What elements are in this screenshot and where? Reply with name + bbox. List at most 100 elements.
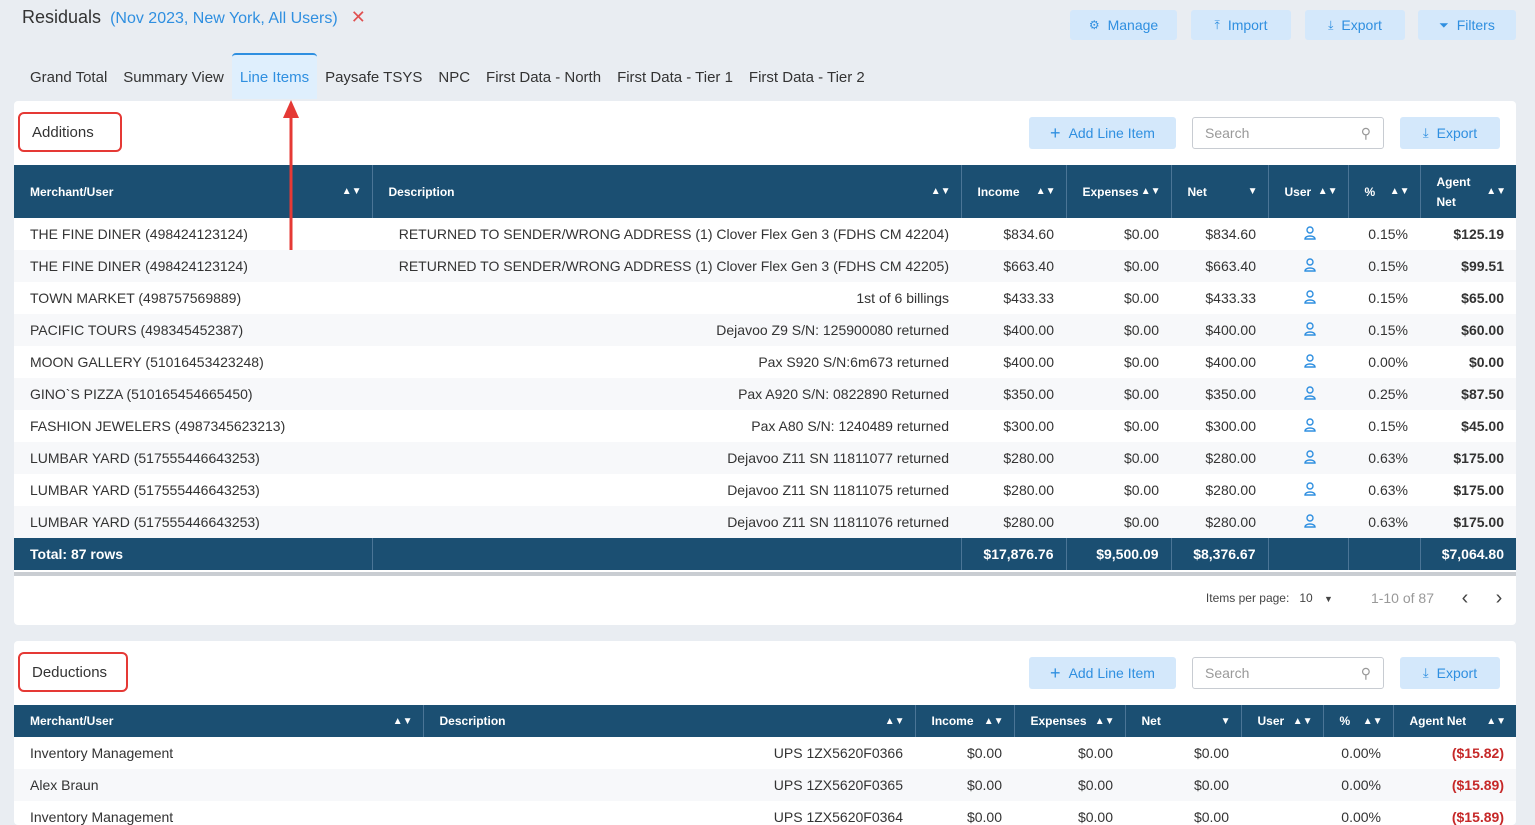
cell-agent-net: $0.00 <box>1468 354 1504 370</box>
tab-summary-view[interactable]: Summary View <box>115 53 232 99</box>
col-net[interactable]: Net ▼ <box>1171 165 1269 218</box>
col-net[interactable]: Net ▼ <box>1125 705 1242 737</box>
table-row[interactable]: Inventory Management UPS 1ZX5620F0366 $0.0… <box>14 737 1516 769</box>
cell-merchant: LUMBAR YARD (517555446643253) <box>14 506 372 538</box>
sort-icon: ▲▼ <box>884 715 905 727</box>
horizontal-scrollbar[interactable] <box>14 572 1516 576</box>
col-merchant-user[interactable]: Merchant/User ▲▼ <box>14 165 373 218</box>
additions-search-input[interactable] <box>1205 125 1345 141</box>
deductions-search[interactable]: ⚲ <box>1192 657 1384 689</box>
sort-icon: ▲▼ <box>1362 715 1383 727</box>
cell-agent-net: $87.50 <box>1420 378 1516 410</box>
table-row[interactable]: THE FINE DINER (498424123124) RETURNED TO… <box>14 250 1516 282</box>
prev-page-icon[interactable]: ‹ <box>1448 587 1482 610</box>
table-row[interactable]: TOWN MARKET (498757569889) 1st of 6 billi… <box>14 282 1516 314</box>
tab-first-data-north[interactable]: First Data - North <box>478 53 609 99</box>
cell-net: $300.00 <box>1205 418 1256 434</box>
cell-percent: 0.25% <box>1348 378 1420 410</box>
table-row[interactable]: MOON GALLERY (51016453423248) Pax S920 S/… <box>14 346 1516 378</box>
table-row[interactable]: Inventory Management UPS 1ZX5620F0364 $0.0… <box>14 801 1516 825</box>
cell-description: Pax A80 S/N: 1240489 returned <box>751 418 949 434</box>
cell-agent-net: $99.51 <box>1420 250 1516 282</box>
col-agent-net[interactable]: Agent Net ▲▼ <box>1393 705 1516 737</box>
sort-icon: ▲▼ <box>983 715 1004 727</box>
col-percent[interactable]: % ▲▼ <box>1323 705 1394 737</box>
table-row[interactable]: GINO`S PIZZA (510165454665450) Pax A920 S… <box>14 378 1516 410</box>
cell-description: UPS 1ZX5620F0365 <box>423 769 915 801</box>
deductions-add-line-item-button[interactable]: + Add Line Item <box>1029 657 1176 689</box>
cell-description: Dejavoo Z11 SN 11811075 returned <box>727 482 949 498</box>
col-user[interactable]: User ▲▼ <box>1241 705 1324 737</box>
col-user[interactable]: User ▲▼ <box>1268 165 1349 218</box>
col-income[interactable]: Income ▲▼ <box>915 705 1015 737</box>
cell-percent: 0.15% <box>1368 418 1408 434</box>
col-description[interactable]: Description ▲▼ <box>372 165 962 218</box>
export-label: Export <box>1436 665 1478 681</box>
user-icon[interactable] <box>1304 321 1316 339</box>
cell-merchant: THE FINE DINER (498424123124) <box>30 226 248 242</box>
export-button-label: Export <box>1341 17 1382 33</box>
filters-button[interactable]: ⏷ Filters <box>1418 10 1516 40</box>
cell-net: $400.00 <box>1171 314 1268 346</box>
col-expenses[interactable]: Expenses ▲▼ <box>1066 165 1172 218</box>
download-icon: ⤓ <box>1328 17 1334 32</box>
user-icon[interactable] <box>1304 481 1316 499</box>
export-button[interactable]: ⤓ Export <box>1305 10 1405 40</box>
col-description[interactable]: Description ▲▼ <box>423 705 916 737</box>
cell-description: 1st of 6 billings <box>856 290 949 306</box>
cell-user <box>1268 506 1348 538</box>
deductions-search-input[interactable] <box>1205 665 1345 681</box>
clear-filter-close-icon[interactable]: ✕ <box>351 7 366 27</box>
cell-expenses: $0.00 <box>1123 418 1159 434</box>
col-agent-net[interactable]: Agent Net ▲▼ <box>1420 165 1516 218</box>
col-percent[interactable]: % ▲▼ <box>1348 165 1421 218</box>
cell-merchant: LUMBAR YARD (517555446643253) <box>14 442 372 474</box>
tab-first-data-tier-1[interactable]: First Data - Tier 1 <box>609 53 741 99</box>
user-icon[interactable] <box>1304 417 1316 435</box>
additions-export-button[interactable]: ⤓ Export <box>1400 117 1500 149</box>
table-row[interactable]: FASHION JEWELERS (4987345623213) Pax A80 … <box>14 410 1516 442</box>
tab-paysafe-tsys[interactable]: Paysafe TSYS <box>317 53 430 99</box>
user-icon[interactable] <box>1304 289 1316 307</box>
sort-icon: ▲▼ <box>1094 715 1115 727</box>
table-row[interactable]: THE FINE DINER (498424123124) RETURNED TO… <box>14 218 1516 250</box>
cell-expenses: $0.00 <box>1123 290 1159 306</box>
cell-net: $280.00 <box>1171 506 1268 538</box>
col-income[interactable]: Income ▲▼ <box>961 165 1067 218</box>
additions-add-line-item-button[interactable]: + Add Line Item <box>1029 117 1176 149</box>
sort-desc-icon: ▼ <box>1247 186 1258 197</box>
tab-npc[interactable]: NPC <box>430 53 478 99</box>
sort-icon: ▲▼ <box>1486 715 1506 727</box>
cell-merchant: Inventory Management <box>30 809 174 825</box>
user-icon[interactable] <box>1304 257 1316 275</box>
manage-button[interactable]: ⚙ Manage <box>1070 10 1177 40</box>
tab-line-items[interactable]: Line Items <box>231 53 318 99</box>
user-icon[interactable] <box>1304 449 1316 467</box>
sort-icon: ▲▼ <box>1140 186 1161 197</box>
items-per-page-select[interactable]: 10 ▼ <box>1299 591 1333 605</box>
col-expenses[interactable]: Expenses ▲▼ <box>1014 705 1126 737</box>
additions-search[interactable]: ⚲ <box>1192 117 1384 149</box>
cell-user <box>1268 474 1348 506</box>
deductions-export-button[interactable]: ⤓ Export <box>1400 657 1500 689</box>
import-button-label: Import <box>1227 17 1268 33</box>
manage-button-label: Manage <box>1107 17 1159 33</box>
user-icon[interactable] <box>1304 513 1316 531</box>
table-row[interactable]: PACIFIC TOURS (498345452387) Dejavoo Z9 S… <box>14 314 1516 346</box>
user-icon[interactable] <box>1304 353 1316 371</box>
cell-percent: 0.00% <box>1341 809 1381 825</box>
cell-user <box>1268 378 1348 410</box>
user-icon[interactable] <box>1304 385 1316 403</box>
table-row[interactable]: LUMBAR YARD (517555446643253) Dejavoo Z11… <box>14 442 1516 474</box>
tab-first-data-tier-2[interactable]: First Data - Tier 2 <box>741 53 873 99</box>
table-row[interactable]: Alex Braun UPS 1ZX5620F0365 $0.00 $0.00 $0.0… <box>14 769 1516 801</box>
table-row[interactable]: LUMBAR YARD (517555446643253) Dejavoo Z11… <box>14 474 1516 506</box>
tab-grand-total[interactable]: Grand Total <box>22 53 115 99</box>
table-row[interactable]: LUMBAR YARD (517555446643253) Dejavoo Z11… <box>14 506 1516 538</box>
import-button[interactable]: ⤒ Import <box>1191 10 1291 40</box>
user-icon[interactable] <box>1304 225 1316 243</box>
cell-merchant: GINO`S PIZZA (510165454665450) <box>14 378 372 410</box>
col-merchant-user[interactable]: Merchant/User ▲▼ <box>14 705 424 737</box>
next-page-icon[interactable]: › <box>1482 587 1516 610</box>
sort-icon: ▲▼ <box>1486 186 1506 197</box>
